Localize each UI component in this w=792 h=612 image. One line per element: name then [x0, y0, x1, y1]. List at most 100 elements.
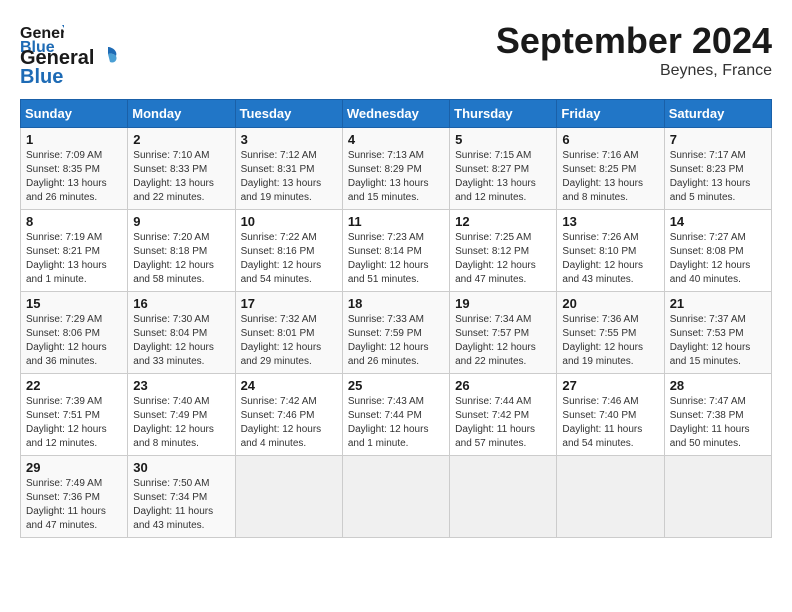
calendar-table: SundayMondayTuesdayWednesdayThursdayFrid… [20, 99, 772, 538]
day-number: 27 [562, 378, 658, 393]
day-number: 15 [26, 296, 122, 311]
calendar-cell: 19Sunrise: 7:34 AM Sunset: 7:57 PM Dayli… [450, 292, 557, 374]
day-number: 22 [26, 378, 122, 393]
day-info: Sunrise: 7:33 AM Sunset: 7:59 PM Dayligh… [348, 313, 444, 369]
day-info: Sunrise: 7:40 AM Sunset: 7:49 PM Dayligh… [133, 395, 229, 451]
calendar-cell: 7 Sunrise: 7:17 AM Sunset: 8:23 PM Daylig… [664, 128, 771, 210]
day-number: 8 [26, 214, 122, 229]
calendar-cell: 10Sunrise: 7:22 AM Sunset: 8:16 PM Dayli… [235, 210, 342, 292]
day-header-monday: Monday [128, 100, 235, 128]
location-subtitle: Beynes, France [496, 62, 772, 80]
day-header-tuesday: Tuesday [235, 100, 342, 128]
calendar-cell: 5 Sunrise: 7:15 AM Sunset: 8:27 PM Daylig… [450, 128, 557, 210]
calendar-cell: 9Sunrise: 7:20 AM Sunset: 8:18 PM Daylig… [128, 210, 235, 292]
calendar-cell [557, 456, 664, 538]
day-info: Sunrise: 7:13 AM Sunset: 8:29 PM Dayligh… [348, 149, 444, 205]
calendar-cell: 13 Sunrise: 7:26 AM Sunset: 8:10 PM Dayli… [557, 210, 664, 292]
calendar-cell: 16 Sunrise: 7:30 AM Sunset: 8:04 PM Dayli… [128, 292, 235, 374]
calendar-week-row: 8 Sunrise: 7:19 AM Sunset: 8:21 PM Daylig… [21, 210, 772, 292]
title-block: September 2024 Beynes, France [496, 20, 772, 80]
day-info: Sunrise: 7:44 AM Sunset: 7:42 PM Dayligh… [455, 395, 551, 451]
calendar-cell: 1 Sunrise: 7:09 AM Sunset: 8:35 PM Daylig… [21, 128, 128, 210]
day-info: Sunrise: 7:43 AM Sunset: 7:44 PM Dayligh… [348, 395, 444, 451]
calendar-week-row: 29 Sunrise: 7:49 AM Sunset: 7:36 PM Dayli… [21, 456, 772, 538]
calendar-cell: 21 Sunrise: 7:37 AM Sunset: 7:53 PM Dayli… [664, 292, 771, 374]
day-number: 1 [26, 132, 122, 147]
calendar-cell: 3Sunrise: 7:12 AM Sunset: 8:31 PM Daylig… [235, 128, 342, 210]
calendar-cell: 30 Sunrise: 7:50 AM Sunset: 7:34 PM Dayli… [128, 456, 235, 538]
calendar-cell: 17Sunrise: 7:32 AM Sunset: 8:01 PM Dayli… [235, 292, 342, 374]
day-info: Sunrise: 7:09 AM Sunset: 8:35 PM Dayligh… [26, 149, 122, 205]
day-info: Sunrise: 7:50 AM Sunset: 7:34 PM Dayligh… [133, 477, 229, 533]
calendar-cell: 2Sunrise: 7:10 AM Sunset: 8:33 PM Daylig… [128, 128, 235, 210]
day-number: 14 [670, 214, 766, 229]
day-number: 23 [133, 378, 229, 393]
calendar-cell [664, 456, 771, 538]
day-info: Sunrise: 7:32 AM Sunset: 8:01 PM Dayligh… [241, 313, 337, 369]
calendar-cell: 26 Sunrise: 7:44 AM Sunset: 7:42 PM Dayli… [450, 374, 557, 456]
day-info: Sunrise: 7:26 AM Sunset: 8:10 PM Dayligh… [562, 231, 658, 287]
calendar-cell: 8 Sunrise: 7:19 AM Sunset: 8:21 PM Daylig… [21, 210, 128, 292]
day-info: Sunrise: 7:29 AM Sunset: 8:06 PM Dayligh… [26, 313, 122, 369]
calendar-week-row: 22 Sunrise: 7:39 AM Sunset: 7:51 PM Dayli… [21, 374, 772, 456]
day-number: 11 [348, 214, 444, 229]
day-number: 21 [670, 296, 766, 311]
day-info: Sunrise: 7:36 AM Sunset: 7:55 PM Dayligh… [562, 313, 658, 369]
day-info: Sunrise: 7:22 AM Sunset: 8:16 PM Dayligh… [241, 231, 337, 287]
calendar-cell: 4 Sunrise: 7:13 AM Sunset: 8:29 PM Daylig… [342, 128, 449, 210]
calendar-cell: 15 Sunrise: 7:29 AM Sunset: 8:06 PM Dayli… [21, 292, 128, 374]
calendar-cell: 14 Sunrise: 7:27 AM Sunset: 8:08 PM Dayli… [664, 210, 771, 292]
calendar-cell: 22 Sunrise: 7:39 AM Sunset: 7:51 PM Dayli… [21, 374, 128, 456]
day-info: Sunrise: 7:12 AM Sunset: 8:31 PM Dayligh… [241, 149, 337, 205]
calendar-cell: 28 Sunrise: 7:47 AM Sunset: 7:38 PM Dayli… [664, 374, 771, 456]
day-header-thursday: Thursday [450, 100, 557, 128]
day-header-sunday: Sunday [21, 100, 128, 128]
calendar-cell [235, 456, 342, 538]
day-info: Sunrise: 7:17 AM Sunset: 8:23 PM Dayligh… [670, 149, 766, 205]
calendar-cell: 27Sunrise: 7:46 AM Sunset: 7:40 PM Dayli… [557, 374, 664, 456]
day-info: Sunrise: 7:49 AM Sunset: 7:36 PM Dayligh… [26, 477, 122, 533]
calendar-cell: 24Sunrise: 7:42 AM Sunset: 7:46 PM Dayli… [235, 374, 342, 456]
calendar-header-row: SundayMondayTuesdayWednesdayThursdayFrid… [21, 100, 772, 128]
calendar-cell: 18 Sunrise: 7:33 AM Sunset: 7:59 PM Dayli… [342, 292, 449, 374]
day-number: 28 [670, 378, 766, 393]
day-number: 7 [670, 132, 766, 147]
day-number: 12 [455, 214, 551, 229]
day-number: 26 [455, 378, 551, 393]
logo-blue: Blue [20, 66, 63, 89]
day-info: Sunrise: 7:37 AM Sunset: 7:53 PM Dayligh… [670, 313, 766, 369]
day-info: Sunrise: 7:27 AM Sunset: 8:08 PM Dayligh… [670, 231, 766, 287]
day-number: 9 [133, 214, 229, 229]
day-number: 5 [455, 132, 551, 147]
day-info: Sunrise: 7:30 AM Sunset: 8:04 PM Dayligh… [133, 313, 229, 369]
day-number: 29 [26, 460, 122, 475]
day-info: Sunrise: 7:39 AM Sunset: 7:51 PM Dayligh… [26, 395, 122, 451]
day-number: 25 [348, 378, 444, 393]
day-number: 24 [241, 378, 337, 393]
calendar-cell: 11 Sunrise: 7:23 AM Sunset: 8:14 PM Dayli… [342, 210, 449, 292]
calendar-cell: 25 Sunrise: 7:43 AM Sunset: 7:44 PM Dayli… [342, 374, 449, 456]
calendar-cell: 6Sunrise: 7:16 AM Sunset: 8:25 PM Daylig… [557, 128, 664, 210]
calendar-week-row: 15 Sunrise: 7:29 AM Sunset: 8:06 PM Dayli… [21, 292, 772, 374]
day-info: Sunrise: 7:15 AM Sunset: 8:27 PM Dayligh… [455, 149, 551, 205]
logo-bird-icon [96, 44, 120, 68]
day-number: 20 [562, 296, 658, 311]
calendar-cell [342, 456, 449, 538]
day-number: 16 [133, 296, 229, 311]
day-info: Sunrise: 7:25 AM Sunset: 8:12 PM Dayligh… [455, 231, 551, 287]
day-header-wednesday: Wednesday [342, 100, 449, 128]
day-number: 4 [348, 132, 444, 147]
day-info: Sunrise: 7:19 AM Sunset: 8:21 PM Dayligh… [26, 231, 122, 287]
calendar-cell: 23 Sunrise: 7:40 AM Sunset: 7:49 PM Dayli… [128, 374, 235, 456]
day-number: 18 [348, 296, 444, 311]
logo: General Blue General Blue [20, 20, 120, 89]
day-number: 19 [455, 296, 551, 311]
day-number: 30 [133, 460, 229, 475]
day-number: 2 [133, 132, 229, 147]
calendar-cell: 20 Sunrise: 7:36 AM Sunset: 7:55 PM Dayli… [557, 292, 664, 374]
day-info: Sunrise: 7:23 AM Sunset: 8:14 PM Dayligh… [348, 231, 444, 287]
day-header-saturday: Saturday [664, 100, 771, 128]
day-number: 13 [562, 214, 658, 229]
day-number: 6 [562, 132, 658, 147]
day-info: Sunrise: 7:47 AM Sunset: 7:38 PM Dayligh… [670, 395, 766, 451]
